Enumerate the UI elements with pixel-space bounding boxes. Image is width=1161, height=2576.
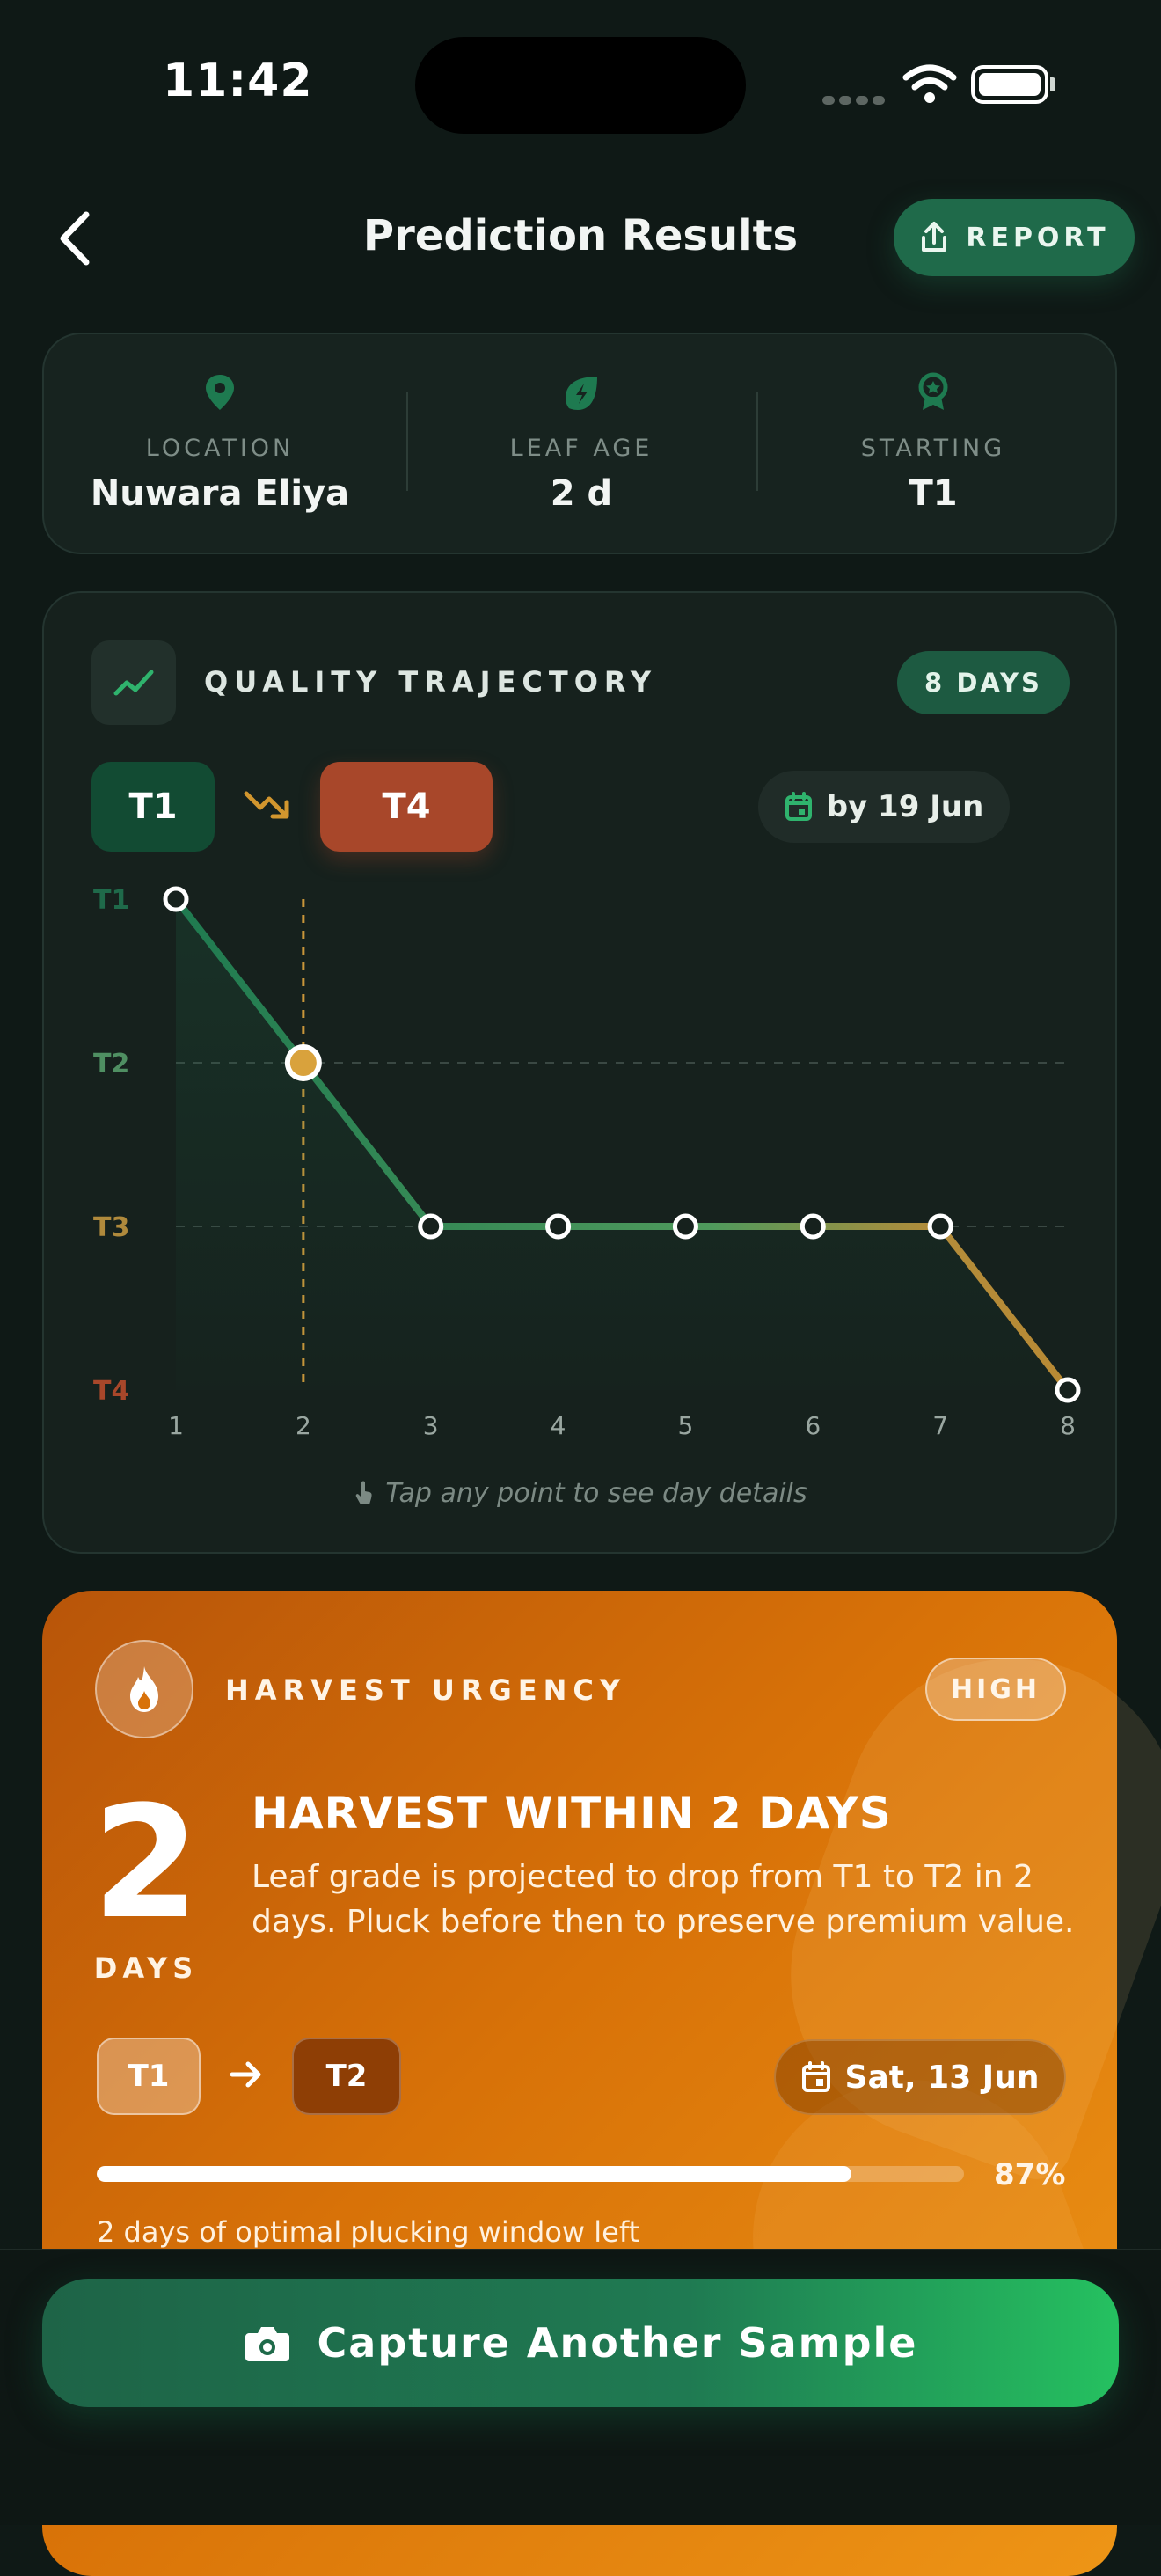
info-label: STARTING — [860, 435, 1006, 462]
leaf-bolt-icon — [566, 377, 597, 410]
progress-percent: 87% — [994, 2157, 1066, 2192]
dynamic-island — [415, 37, 746, 134]
urgency-to-grade: T2 — [292, 2038, 401, 2115]
data-point — [800, 1213, 826, 1240]
trajectory-label: QUALITY TRAJECTORY — [204, 665, 657, 699]
days-remaining-label: DAYS — [93, 1951, 199, 1985]
wifi-icon — [902, 63, 957, 107]
x-tick-label: 3 — [423, 1411, 439, 1440]
info-value: Nuwara Eliya — [90, 473, 350, 514]
trending-down-icon — [243, 787, 292, 829]
urgency-from-grade: T1 — [97, 2038, 201, 2115]
tap-finger-icon — [356, 1481, 372, 1504]
x-tick-label: 8 — [1060, 1411, 1076, 1440]
days-remaining-number: 2 — [91, 1773, 201, 1953]
y-tick-label: T3 — [93, 1212, 129, 1243]
share-icon — [922, 222, 947, 252]
x-tick-label: 5 — [678, 1411, 694, 1440]
y-tick-label: T4 — [93, 1376, 129, 1407]
progress-fill — [97, 2166, 851, 2182]
info-leaf-age: LEAF AGE 2 d — [405, 334, 757, 556]
data-point-selected-core — [289, 1050, 317, 1076]
data-point — [545, 1213, 572, 1240]
x-tick-label: 6 — [805, 1411, 821, 1440]
data-point — [163, 886, 189, 912]
target-date-pill: by 19 Jun — [758, 771, 1010, 843]
x-tick-label: 7 — [932, 1411, 948, 1440]
grade-from-chip: T1 — [91, 762, 215, 852]
plucking-window-text: 2 days of optimal plucking window left — [97, 2215, 640, 2249]
info-starting: STARTING T1 — [757, 334, 1109, 556]
trend-chart-icon — [91, 640, 176, 725]
capture-button-label: Capture Another Sample — [317, 2319, 918, 2367]
data-point — [927, 1213, 953, 1240]
target-date-text: by 19 Jun — [826, 789, 984, 824]
fire-icon — [130, 1666, 158, 1712]
x-tick-label: 1 — [168, 1411, 184, 1440]
info-value: T1 — [909, 473, 958, 514]
report-button[interactable]: REPORT — [894, 199, 1135, 276]
y-tick-label: T1 — [93, 885, 129, 916]
urgency-title: HARVEST WITHIN 2 DAYS — [252, 1788, 892, 1839]
days-badge: 8 DAYS — [897, 651, 1070, 714]
status-time: 11:42 — [163, 55, 313, 107]
harvest-date-text: Sat, 13 Jun — [844, 2059, 1040, 2096]
location-pin-icon — [206, 375, 234, 410]
x-tick-label: 4 — [551, 1411, 566, 1440]
trajectory-line-chart[interactable]: T1 T2 T3 T4 1 2 3 4 5 6 7 8 — [70, 871, 1091, 1452]
report-label: REPORT — [966, 222, 1110, 253]
y-tick-label: T2 — [93, 1049, 129, 1079]
data-point — [1055, 1377, 1081, 1403]
grade-to-chip: T4 — [320, 762, 493, 852]
info-value: 2 d — [550, 473, 613, 514]
tap-hint-text: Tap any point to see day details — [385, 1478, 807, 1509]
area-fill — [176, 899, 1068, 1390]
data-point — [418, 1213, 444, 1240]
info-location: LOCATION Nuwara Eliya — [44, 334, 396, 556]
plucking-window-progress — [97, 2166, 964, 2182]
fire-icon-badge — [95, 1640, 194, 1738]
info-label: LOCATION — [145, 435, 295, 462]
urgency-label: HARVEST URGENCY — [225, 1673, 627, 1707]
tap-hint: Tap any point to see day details — [0, 1478, 1161, 1509]
info-label: LEAF AGE — [509, 435, 654, 462]
urgency-level-badge: HIGH — [925, 1658, 1066, 1721]
calendar-icon — [785, 792, 812, 821]
x-tick-label: 2 — [296, 1411, 311, 1440]
battery-icon — [971, 65, 1048, 104]
arrow-right-icon — [227, 2055, 266, 2097]
urgency-description: Leaf grade is projected to drop from T1 … — [252, 1859, 1075, 1940]
cellular-signal-icon — [822, 91, 889, 108]
award-badge-icon — [918, 372, 948, 410]
capture-another-sample-button[interactable]: Capture Another Sample — [42, 2279, 1119, 2407]
harvest-date-pill: Sat, 13 Jun — [774, 2039, 1066, 2115]
sample-info-card: LOCATION Nuwara Eliya LEAF AGE 2 d START… — [42, 333, 1117, 554]
camera-icon — [245, 2327, 289, 2361]
data-point — [672, 1213, 698, 1240]
battery-tip — [1050, 77, 1055, 91]
calendar-icon — [801, 2061, 830, 2092]
